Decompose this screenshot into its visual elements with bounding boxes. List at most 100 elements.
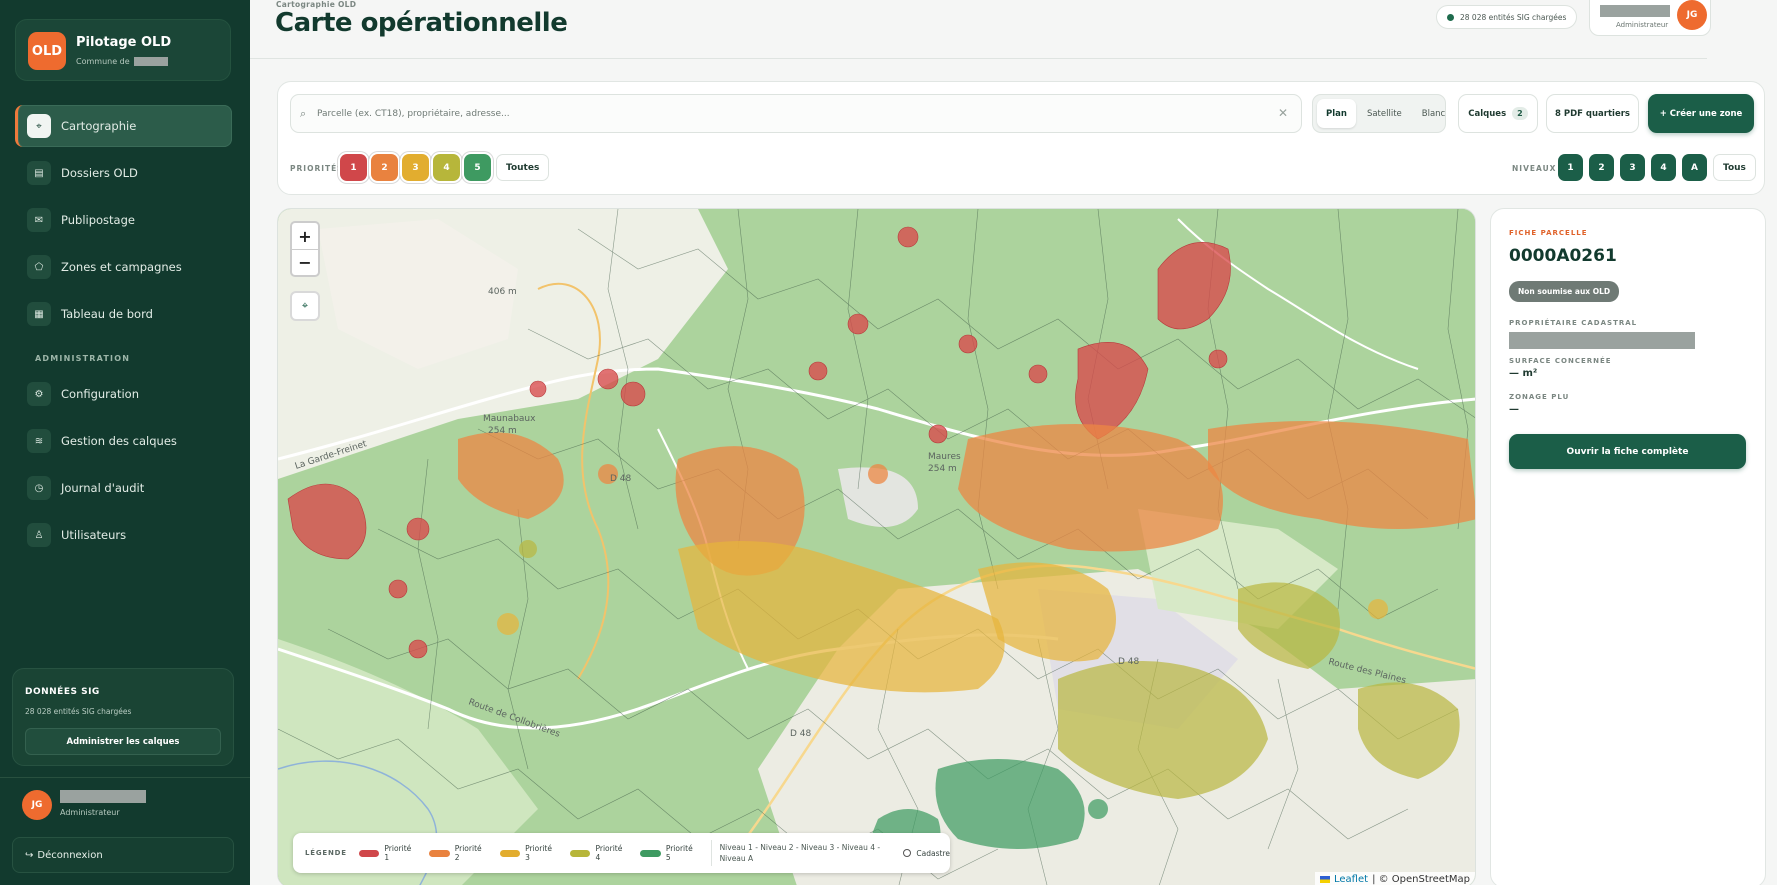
- legend-levels: Niveau 1 - Niveau 2 - Niveau 3 - Niveau …: [719, 843, 881, 863]
- priority-3-chip[interactable]: 3: [402, 154, 429, 181]
- osm-attribution[interactable]: | © OpenStreetMap: [1372, 874, 1470, 885]
- locate-button[interactable]: ⌖: [290, 291, 320, 321]
- sig-data-card: DONNÉES SIG 28 028 entités SIG chargées …: [12, 668, 234, 766]
- level-3-chip[interactable]: 3: [1620, 154, 1645, 181]
- sidebar-divider: [0, 777, 250, 778]
- user-name-redacted: [60, 790, 146, 803]
- legend-item: Priorité 5: [640, 844, 697, 862]
- basemap-switcher: Plan Satellite Blanc: [1312, 94, 1446, 133]
- search-input[interactable]: [317, 104, 1247, 124]
- level-4-chip[interactable]: 4: [1651, 154, 1676, 181]
- map-place-label: 406 m: [488, 287, 517, 297]
- priority-1-parcel: [847, 313, 869, 335]
- sidebar-item-label: Journal d'audit: [61, 481, 145, 495]
- sidebar-user[interactable]: JG Administrateur: [22, 790, 232, 822]
- legend-label: Priorité 1: [384, 844, 412, 862]
- app-logo: OLD: [28, 32, 66, 70]
- sidebar-item-audit[interactable]: ◷ Journal d'audit: [15, 467, 232, 509]
- map-place-label: 254 m: [488, 426, 517, 436]
- levels-all-chip[interactable]: Tous: [1713, 154, 1756, 181]
- header-divider: [250, 58, 1707, 59]
- priority-1-parcel: [388, 579, 408, 599]
- header-user-menu[interactable]: Administrateur JG: [1589, 0, 1711, 36]
- locate-icon: ⌖: [301, 299, 309, 312]
- legend-swatch: [429, 849, 450, 857]
- level-2-chip[interactable]: 2: [1589, 154, 1614, 181]
- sidebar-item-calques[interactable]: ≋ Gestion des calques: [15, 420, 232, 462]
- sidebar-item-utilisateurs[interactable]: ♙ Utilisateurs: [15, 514, 232, 556]
- legend-item: Priorité 1: [358, 844, 416, 862]
- surface-value: — m²: [1509, 368, 1538, 379]
- leaflet-link[interactable]: Leaflet: [1334, 874, 1368, 885]
- sidebar-item-tableau[interactable]: ▦ Tableau de bord: [15, 293, 232, 335]
- priority-1-parcel: [408, 639, 428, 659]
- commune-name-redacted: [133, 57, 168, 66]
- sidebar-item-publipostage[interactable]: ✉ Publipostage: [15, 199, 232, 241]
- parcel-section-label: FICHE PARCELLE: [1509, 229, 1588, 237]
- legend-swatch: [499, 849, 521, 857]
- basemap-plan-button[interactable]: Plan: [1317, 99, 1356, 128]
- sidebar-item-label: Zones et campagnes: [61, 260, 182, 274]
- sidebar-item-cartographie[interactable]: ⌖ Cartographie: [15, 105, 232, 147]
- logout-button[interactable]: ↪ Déconnexion: [12, 837, 234, 873]
- level-a-chip[interactable]: A: [1682, 154, 1707, 181]
- user-name-redacted: [1600, 5, 1670, 17]
- map-view[interactable]: 406 m La Garde-Freinet Maunabaux 254 m M…: [277, 208, 1476, 885]
- legend-item: Priorité 4: [569, 844, 627, 862]
- map-tiles[interactable]: 406 m La Garde-Freinet Maunabaux 254 m M…: [278, 209, 1476, 885]
- map-place-label: Maures: [928, 452, 961, 462]
- layers-count-badge: 2: [1512, 107, 1528, 120]
- map-place-label: D 48: [1118, 657, 1140, 667]
- layers-button[interactable]: Calques 2: [1458, 94, 1538, 133]
- folder-icon: ▤: [27, 161, 51, 185]
- sidebar-item-dossiers[interactable]: ▤ Dossiers OLD: [15, 152, 232, 194]
- sig-status-badge: 28 028 entités SIG chargées: [1436, 5, 1578, 29]
- level-1-chip[interactable]: 1: [1558, 154, 1583, 181]
- map-attribution: Leaflet | © OpenStreetMap: [1315, 872, 1475, 885]
- sig-card-text: 28 028 entités SIG chargées: [25, 707, 132, 716]
- commune-prefix: Commune de: [76, 57, 130, 66]
- close-icon[interactable]: ✕: [1278, 106, 1288, 120]
- zoom-control: + −: [290, 221, 320, 277]
- parcel-panel: FICHE PARCELLE 0000A0261 Non soumise aux…: [1490, 208, 1766, 885]
- user-role: Administrateur: [1616, 21, 1669, 29]
- open-parcel-button[interactable]: Ouvrir la fiche complète: [1509, 434, 1746, 469]
- priority-4-chip[interactable]: 4: [433, 154, 460, 181]
- legend-swatch: [569, 849, 591, 857]
- legend-swatch: [640, 849, 661, 857]
- priority-1-parcel: [1208, 349, 1228, 369]
- priority-5-parcel: [1088, 799, 1108, 819]
- manage-layers-button[interactable]: Administrer les calques: [25, 728, 221, 755]
- basemap-satellite-button[interactable]: Satellite: [1358, 99, 1411, 128]
- sidebar-item-label: Gestion des calques: [61, 434, 177, 448]
- sidebar: OLD Pilotage OLD Commune de ⌖ Cartograph…: [0, 0, 250, 885]
- pdf-quartiers-button[interactable]: 8 PDF quartiers: [1546, 94, 1639, 133]
- priority-1-parcel: [958, 334, 978, 354]
- map-place-label: 254 m: [928, 464, 957, 474]
- priority-1-parcel: [808, 361, 828, 381]
- priority-3-parcel: [497, 613, 519, 635]
- zoom-out-button[interactable]: −: [292, 249, 318, 275]
- clock-icon: ◷: [27, 476, 51, 500]
- zoom-in-button[interactable]: +: [292, 223, 318, 249]
- legend-title: LÉGENDE: [305, 849, 347, 857]
- map-place-label: Maunabaux: [483, 414, 536, 424]
- priority-5-chip[interactable]: 5: [464, 154, 491, 181]
- legend-label: Priorité 5: [665, 844, 693, 862]
- app-name: Pilotage OLD: [76, 35, 172, 50]
- brand-block[interactable]: OLD Pilotage OLD Commune de: [15, 19, 231, 81]
- mail-icon: ✉: [27, 208, 51, 232]
- layers-button-label: Calques: [1468, 108, 1507, 119]
- priority-1-chip[interactable]: 1: [340, 154, 367, 181]
- priority-2-chip[interactable]: 2: [371, 154, 398, 181]
- parcel-id: 0000A0261: [1509, 246, 1617, 266]
- owner-label: PROPRIÉTAIRE CADASTRAL: [1509, 319, 1638, 327]
- priorities-all-chip[interactable]: Toutes: [496, 154, 550, 181]
- sidebar-item-label: Cartographie: [61, 119, 137, 133]
- create-zone-button[interactable]: + Créer une zone: [1648, 94, 1754, 133]
- sidebar-item-label: Publipostage: [61, 213, 135, 227]
- sidebar-item-zones[interactable]: ⬠ Zones et campagnes: [15, 246, 232, 288]
- map-legend: LÉGENDE Priorité 1 Priorité 2 Priorité 3…: [293, 833, 950, 873]
- sidebar-item-configuration[interactable]: ⚙ Configuration: [15, 373, 232, 415]
- basemap-blank-button[interactable]: Blanc: [1413, 99, 1454, 128]
